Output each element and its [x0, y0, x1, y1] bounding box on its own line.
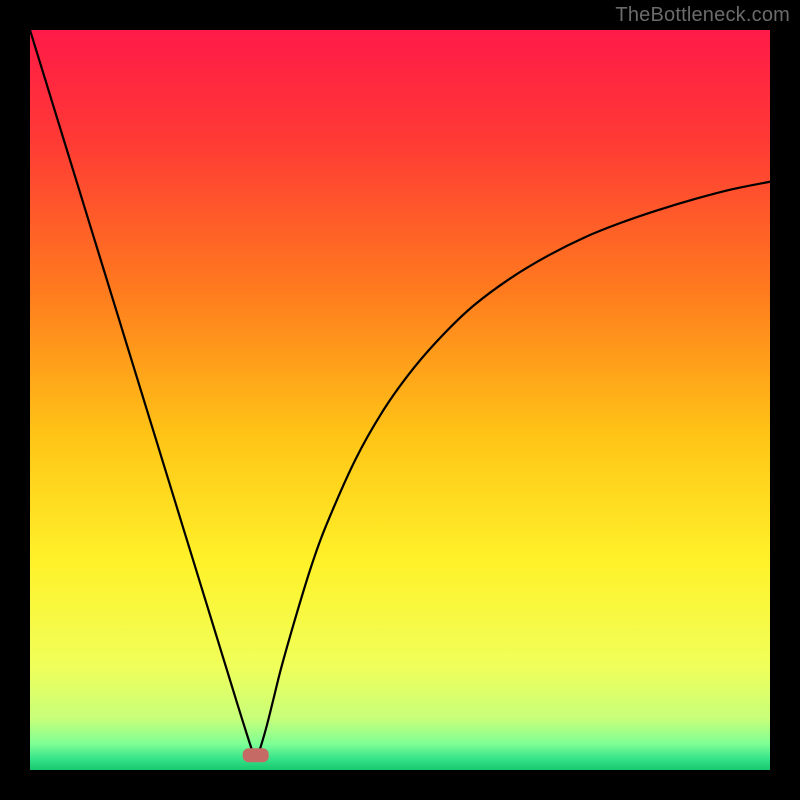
optimal-marker	[243, 748, 269, 762]
chart-frame	[30, 30, 770, 770]
bottleneck-chart	[30, 30, 770, 770]
gradient-background	[30, 30, 770, 770]
watermark-text: TheBottleneck.com	[615, 4, 790, 27]
